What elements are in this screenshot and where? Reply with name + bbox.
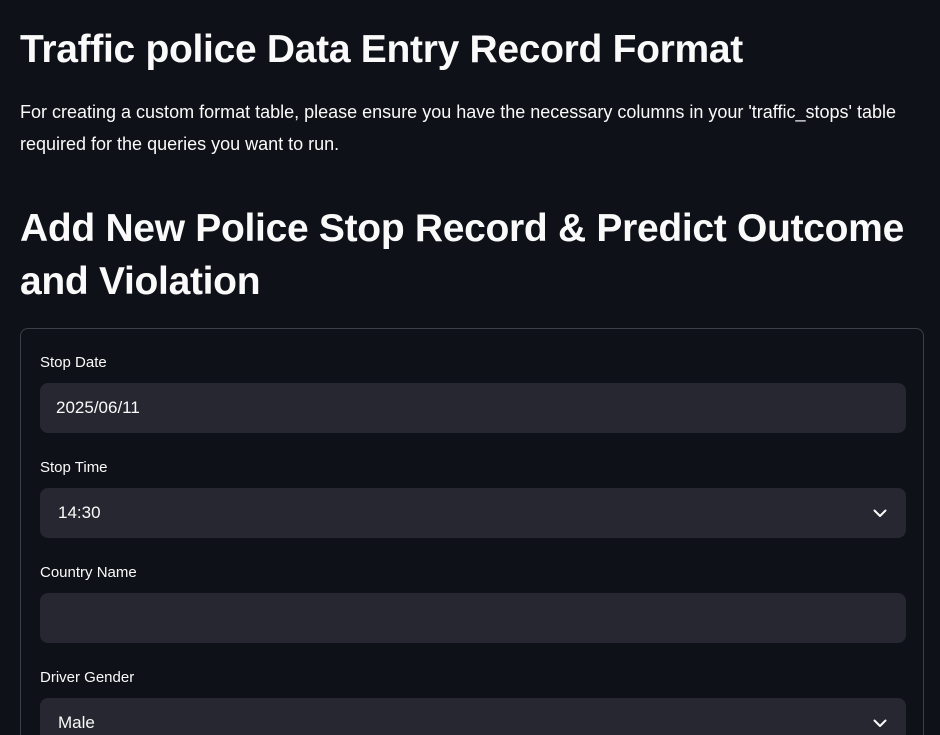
stop-date-input[interactable]: 2025/06/11 bbox=[40, 383, 906, 433]
driver-gender-value: Male bbox=[58, 713, 95, 732]
stop-time-label: Stop Time bbox=[40, 459, 108, 476]
stop-time-value: 14:30 bbox=[58, 503, 101, 522]
record-form: Stop Date 2025/06/11 Stop Time 14:30 Cou… bbox=[20, 328, 924, 735]
form-heading: Add New Police Stop Record & Predict Out… bbox=[20, 207, 904, 303]
driver-gender-select[interactable]: Male bbox=[40, 698, 906, 735]
country-name-label: Country Name bbox=[40, 564, 137, 581]
stop-date-label: Stop Date bbox=[40, 354, 107, 371]
stop-time-select[interactable]: 14:30 bbox=[40, 488, 906, 538]
stop-date-value: 2025/06/11 bbox=[56, 398, 140, 417]
chevron-down-icon bbox=[872, 505, 888, 521]
driver-gender-label: Driver Gender bbox=[40, 669, 135, 686]
page-title: Traffic police Data Entry Record Format bbox=[20, 28, 743, 71]
country-name-input[interactable] bbox=[40, 593, 906, 643]
intro-text: For creating a custom format table, plea… bbox=[20, 102, 896, 154]
chevron-down-icon bbox=[872, 715, 888, 731]
